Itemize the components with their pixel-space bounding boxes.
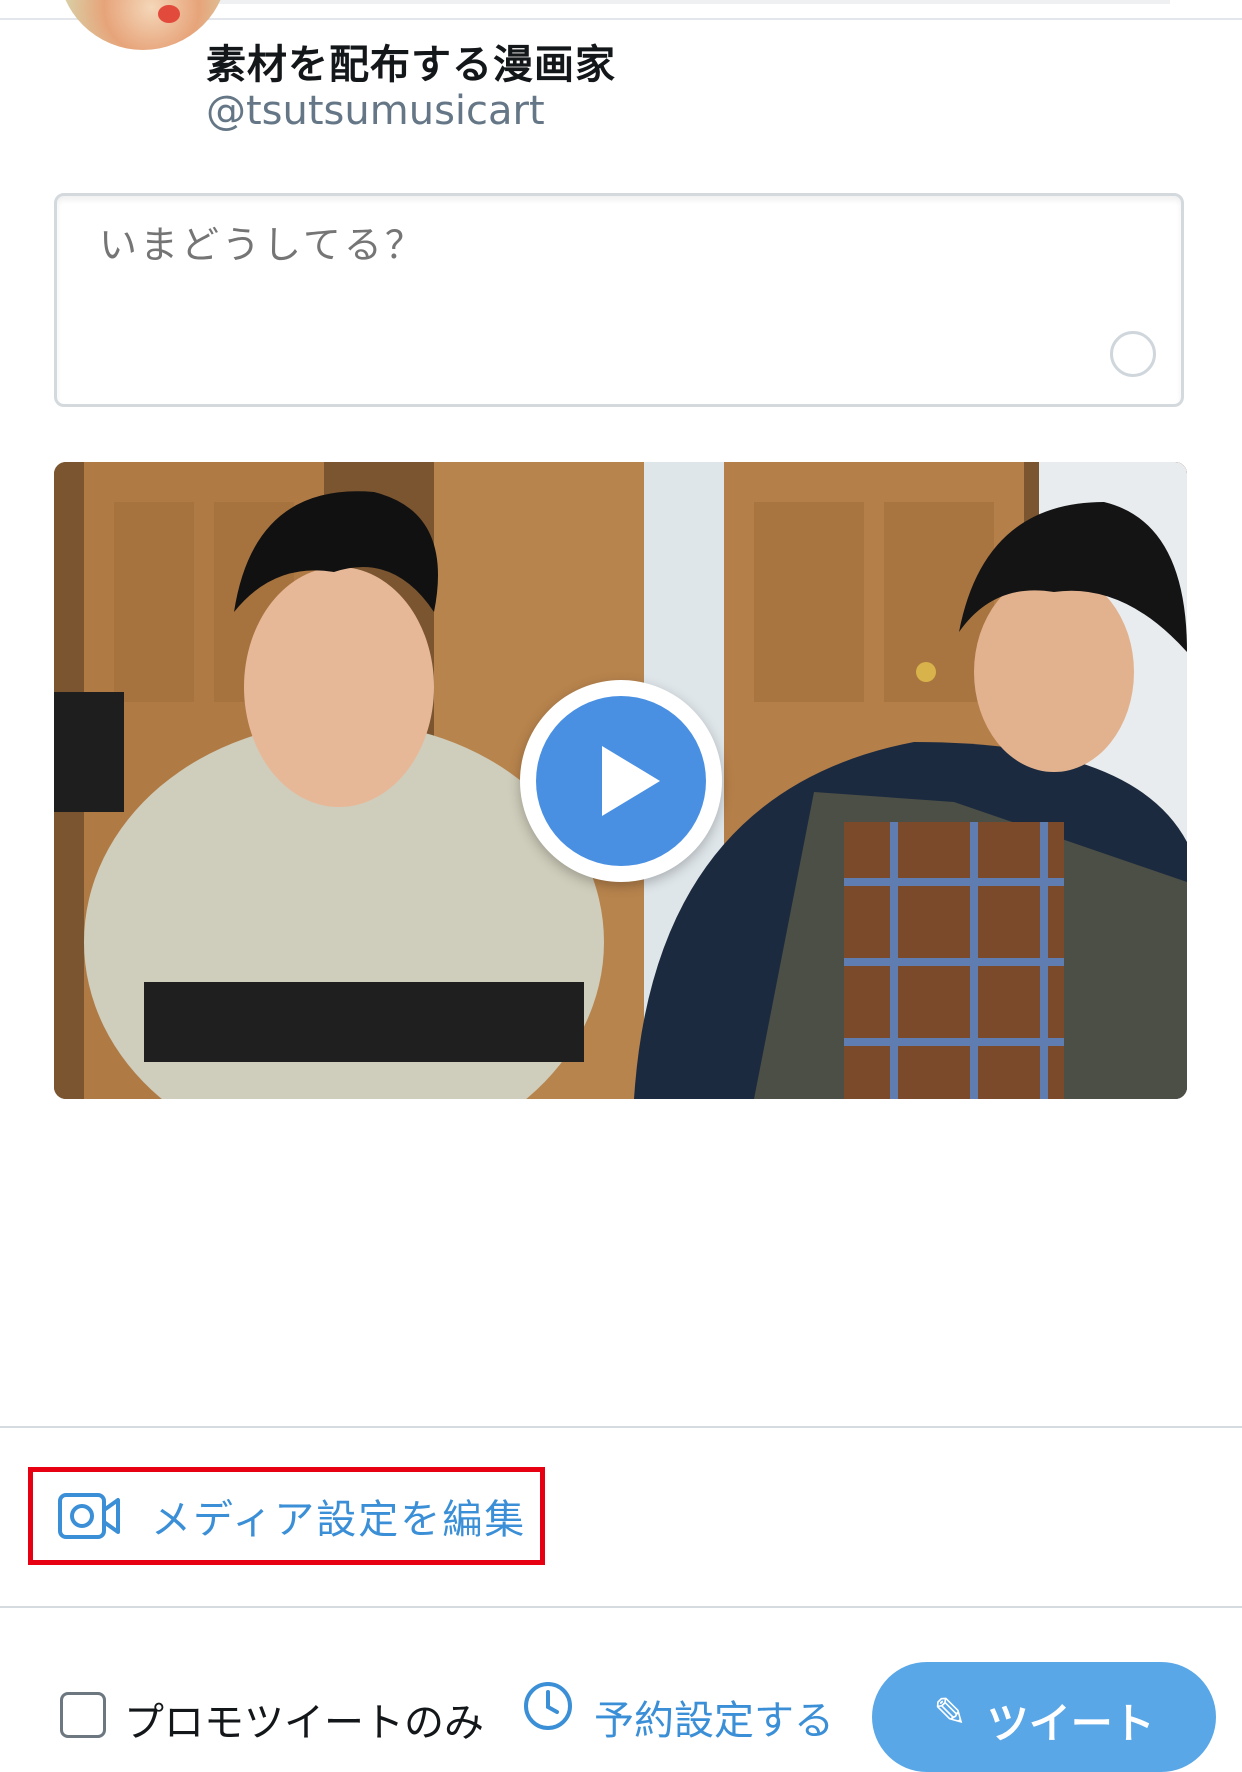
clock-icon[interactable] [522,1680,574,1732]
tweet-compose-box[interactable] [54,193,1184,407]
top-strip [70,0,1170,4]
promo-only-checkbox[interactable] [60,1692,106,1738]
tweet-button-label: ツイート [986,1699,1155,1748]
character-counter-icon [1110,331,1156,377]
divider [0,1606,1242,1608]
compose-quill-icon: ✎ [933,1690,967,1736]
tweet-text-input[interactable] [97,222,1001,268]
avatar[interactable] [58,0,228,50]
compose-footer: プロモツイートのみ 予約設定する ✎ ツイート [0,1640,1242,1772]
user-handle: @tsutsumusicart [206,88,545,134]
video-camera-icon [57,1492,121,1540]
play-button[interactable] [520,680,722,882]
play-icon [536,696,706,866]
display-name: 素材を配布する漫画家 [206,42,616,88]
schedule-link[interactable]: 予約設定する [594,1688,834,1746]
edit-media-settings-button[interactable]: メディア設定を編集 [28,1467,545,1565]
divider [0,1426,1242,1428]
tweet-button[interactable]: ✎ ツイート [872,1662,1216,1772]
edit-media-settings-label: メディア設定を編集 [151,1497,527,1543]
promo-only-label: プロモツイートのみ [124,1700,484,1746]
